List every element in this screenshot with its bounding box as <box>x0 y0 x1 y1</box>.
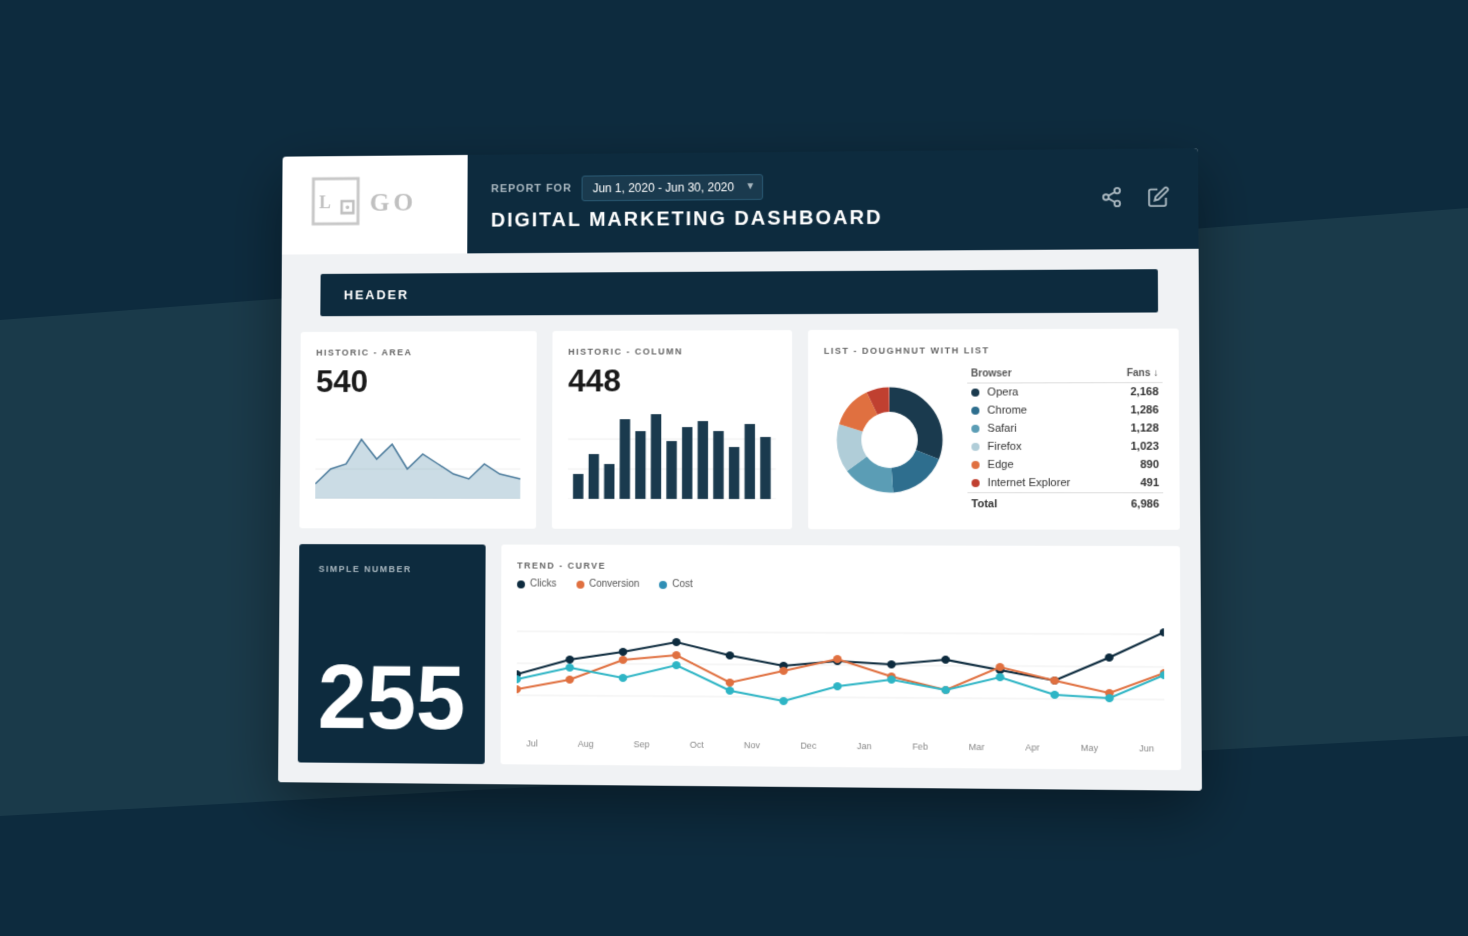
legend-item: Cost <box>659 579 693 590</box>
total-value: 6,986 <box>1110 493 1163 514</box>
x-axis-labels: Jul Aug Sep Oct Nov Dec Jan Feb Mar Apr May Jun <box>516 738 1164 753</box>
x-axis-label: Apr <box>1025 742 1039 752</box>
date-range-select[interactable]: Jun 1, 2020 - Jun 30, 2020 <box>582 174 764 201</box>
trend-chart <box>517 599 1165 734</box>
browser-dot-icon <box>971 479 979 487</box>
browser-fans: 491 <box>1110 474 1163 493</box>
table-row: Chrome 1,286 <box>967 401 1163 419</box>
browser-fans: 1,128 <box>1110 419 1163 437</box>
dashboard-card: L ⊡ GO REPORT FOR Jun 1, 2020 - Jun 30, … <box>278 148 1202 791</box>
browser-dot-icon <box>971 443 979 451</box>
share-button[interactable] <box>1096 181 1127 216</box>
total-label: Total <box>967 493 1110 514</box>
table-row: Safari 1,128 <box>967 419 1163 437</box>
browser-name: Edge <box>967 456 1110 474</box>
browser-dot-icon <box>971 389 979 397</box>
sort-icon[interactable]: ↓ <box>1153 368 1158 379</box>
historic-column-title: HISTORIC - COLUMN <box>568 346 776 357</box>
browser-fans: 1,286 <box>1109 401 1162 419</box>
svg-text:GO: GO <box>370 187 417 216</box>
x-axis-label: Oct <box>690 740 704 750</box>
dashboard-content: HEADER HISTORIC - AREA 540 <box>278 249 1202 791</box>
historic-area-value: 540 <box>316 363 521 400</box>
historic-column-chart <box>568 409 776 499</box>
svg-text:⊡: ⊡ <box>338 194 360 218</box>
doughnut-chart <box>824 379 955 500</box>
historic-area-card: HISTORIC - AREA 540 <box>299 331 536 529</box>
section-header: HEADER <box>320 269 1158 316</box>
legend-label: Cost <box>672 579 693 590</box>
report-for-row: REPORT FOR Jun 1, 2020 - Jun 30, 2020 ▼ <box>491 171 1048 201</box>
historic-column-card: HISTORIC - COLUMN 448 <box>552 330 792 529</box>
edit-button[interactable] <box>1143 181 1174 216</box>
browser-table: Browser Fans ↓ <box>967 365 1163 514</box>
x-axis-label: Jul <box>526 738 537 748</box>
x-axis-label: May <box>1081 743 1098 753</box>
svg-text:L: L <box>319 192 335 212</box>
header-actions <box>1072 148 1199 249</box>
dashboard-title: DIGITAL MARKETING DASHBOARD <box>491 205 1048 232</box>
fans-col-header: Fans ↓ <box>1109 365 1162 383</box>
browser-fans: 2,168 <box>1109 383 1162 402</box>
browser-fans: 1,023 <box>1110 438 1163 456</box>
x-axis-label: Jan <box>857 741 872 751</box>
browser-name: Firefox <box>967 438 1110 456</box>
trend-legend: Clicks Conversion Cost <box>517 578 1164 591</box>
legend-item: Clicks <box>517 578 556 589</box>
simple-number-title: SIMPLE NUMBER <box>319 564 466 574</box>
total-row: Total 6,986 <box>967 493 1163 514</box>
legend-label: Clicks <box>530 579 556 590</box>
x-axis-label: Sep <box>634 739 650 749</box>
legend-dot-icon <box>517 580 525 588</box>
historic-area-chart <box>315 409 520 498</box>
x-axis-label: Nov <box>744 740 760 750</box>
x-axis-label: Jun <box>1139 743 1154 753</box>
list-doughnut-title: LIST - DOUGHNUT WITH LIST <box>824 345 1163 356</box>
x-axis-label: Feb <box>912 741 928 751</box>
logo: L ⊡ GO <box>311 175 438 234</box>
legend-dot-icon <box>659 580 667 588</box>
browser-fans: 890 <box>1110 456 1163 474</box>
browser-name: Opera <box>967 383 1109 402</box>
x-axis-label: Mar <box>969 742 985 752</box>
logo-section: L ⊡ GO <box>282 155 468 255</box>
historic-column-value: 448 <box>568 362 776 399</box>
table-row: Edge 890 <box>967 456 1163 474</box>
historic-area-title: HISTORIC - AREA <box>316 347 521 358</box>
list-doughnut-card: LIST - DOUGHNUT WITH LIST <box>808 329 1180 530</box>
trend-title: TREND - CURVE <box>517 561 1163 573</box>
legend-dot-icon <box>576 580 584 588</box>
dashboard-header: L ⊡ GO REPORT FOR Jun 1, 2020 - Jun 30, … <box>282 148 1199 254</box>
x-axis-label: Aug <box>578 739 594 749</box>
table-row: Opera 2,168 <box>967 383 1163 402</box>
trend-card: TREND - CURVE Clicks Conversion Cost <box>501 545 1182 771</box>
date-range-wrapper[interactable]: Jun 1, 2020 - Jun 30, 2020 ▼ <box>582 174 764 201</box>
page-wrapper: L ⊡ GO REPORT FOR Jun 1, 2020 - Jun 30, … <box>0 0 1468 936</box>
browser-name: Internet Explorer <box>967 474 1110 493</box>
report-for-label: REPORT FOR <box>491 182 572 194</box>
x-axis-label: Dec <box>800 741 816 751</box>
simple-number-card: SIMPLE NUMBER 255 <box>298 544 486 764</box>
browser-name: Safari <box>967 420 1110 438</box>
browser-dot-icon <box>971 425 979 433</box>
table-row: Firefox 1,023 <box>967 438 1163 456</box>
legend-item: Conversion <box>576 579 639 590</box>
browser-name: Chrome <box>967 401 1110 419</box>
table-row: Internet Explorer 491 <box>967 474 1163 493</box>
browser-dot-icon <box>971 461 979 469</box>
legend-label: Conversion <box>589 579 639 590</box>
browser-dot-icon <box>971 407 979 415</box>
bottom-row: SIMPLE NUMBER 255 TREND - CURVE Clicks C… <box>298 544 1181 770</box>
header-info: REPORT FOR Jun 1, 2020 - Jun 30, 2020 ▼ … <box>467 149 1072 253</box>
browser-col-header: Browser <box>967 365 1109 383</box>
charts-row: HISTORIC - AREA 540 HISTOR <box>299 329 1179 530</box>
simple-number-value: 255 <box>317 653 465 744</box>
